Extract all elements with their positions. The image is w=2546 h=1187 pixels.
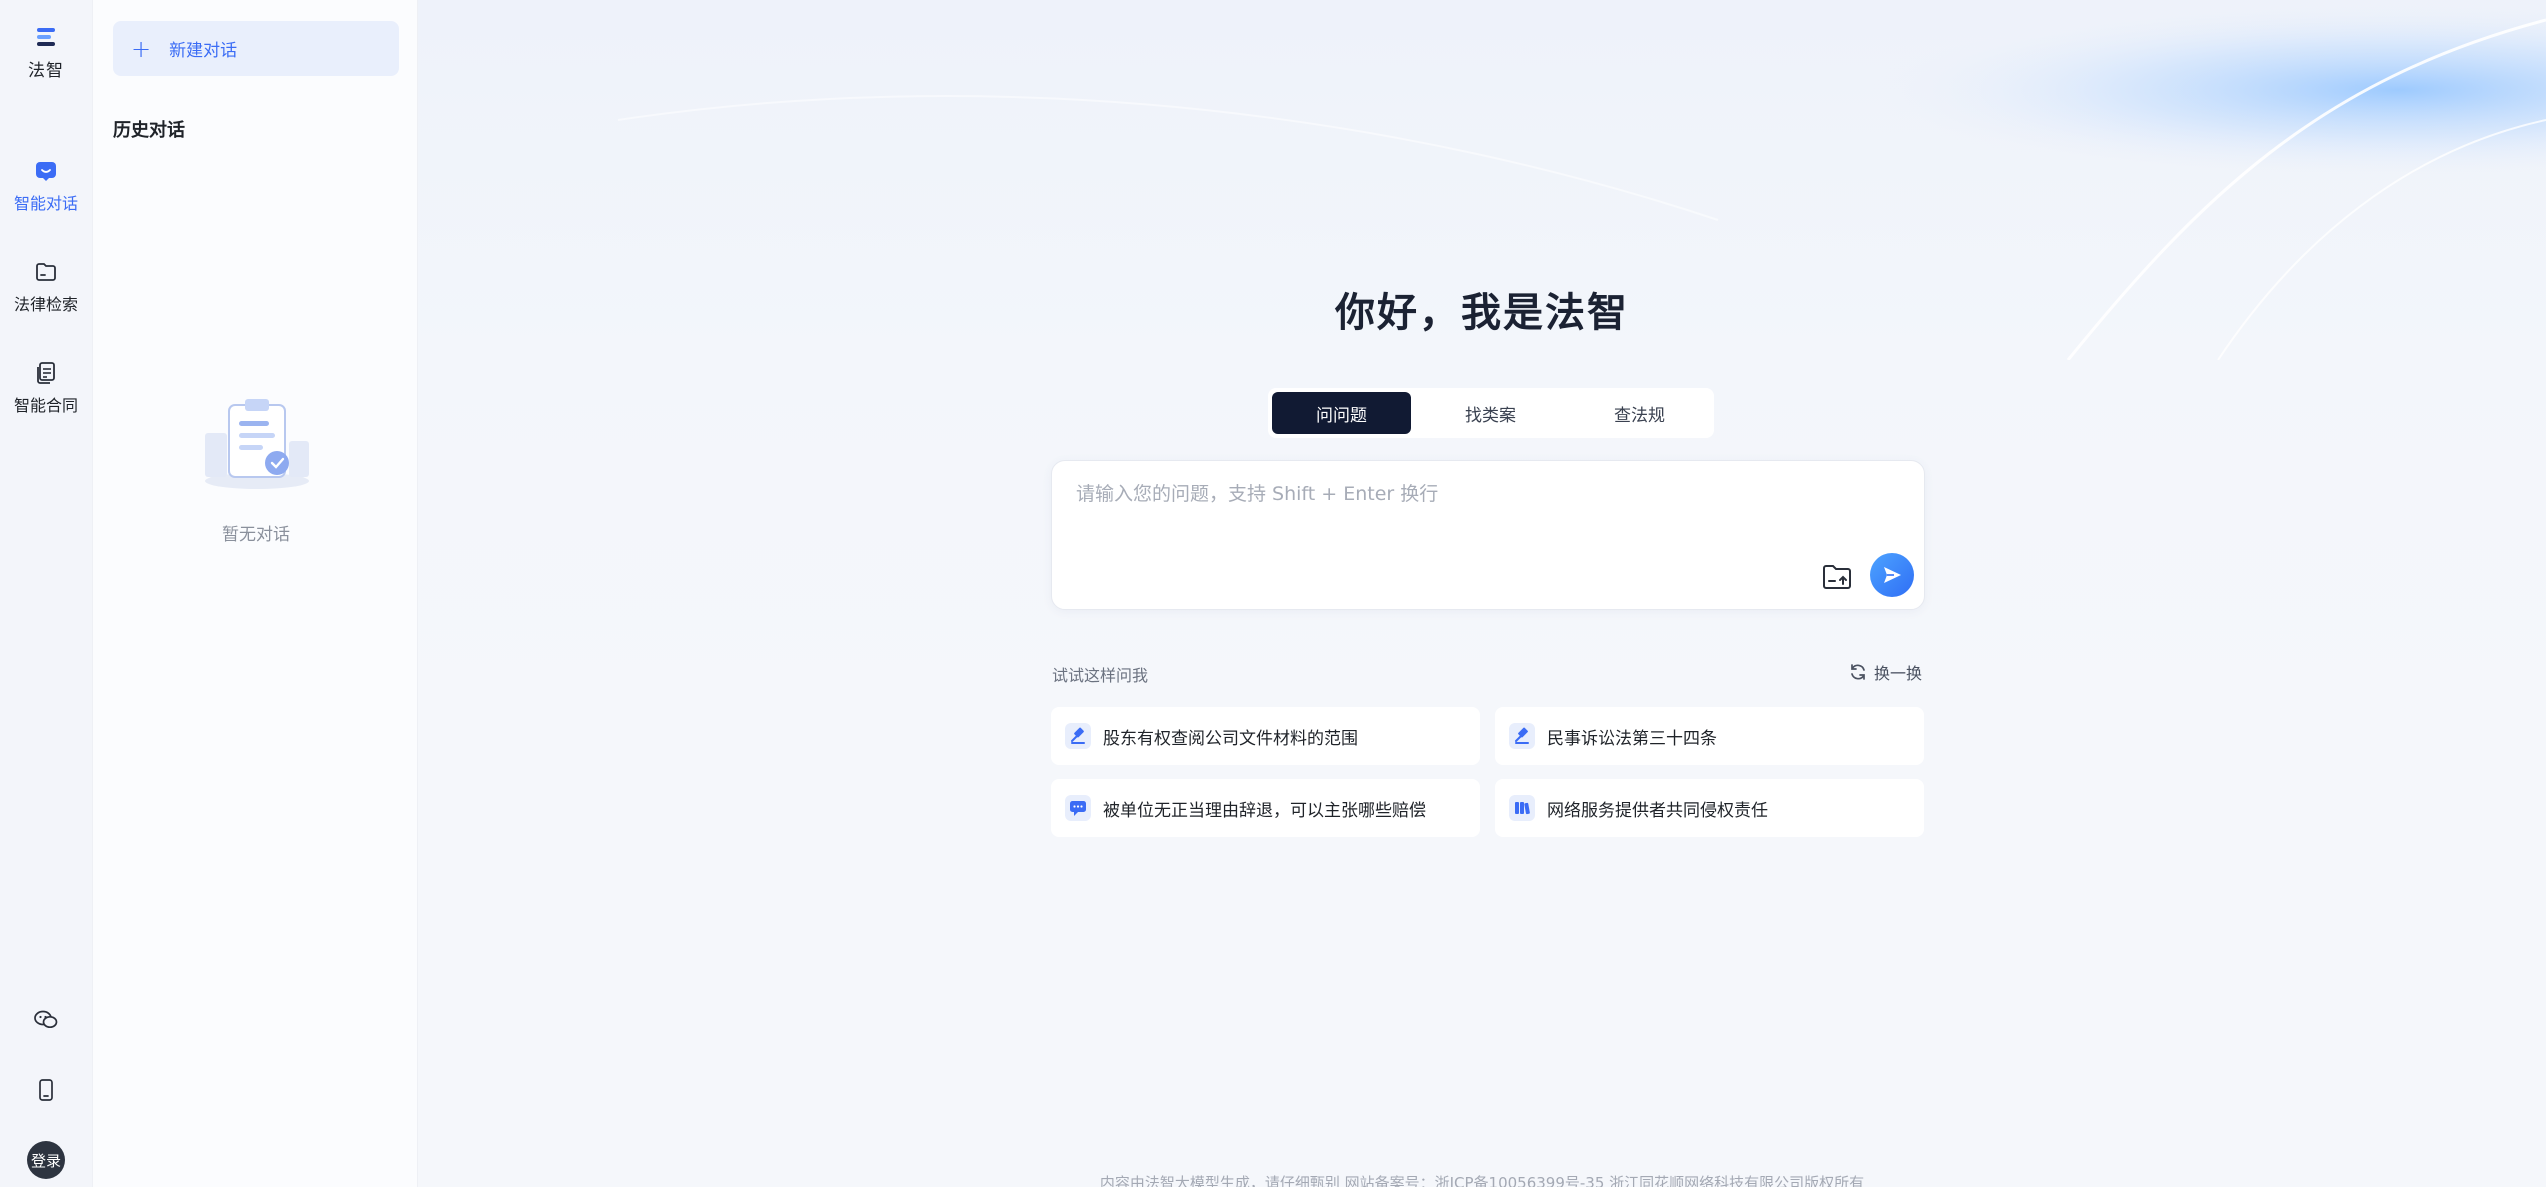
tab-find-cases[interactable]: 找类案 xyxy=(1421,392,1560,434)
mobile-phone-icon[interactable] xyxy=(33,1077,59,1103)
suggestion-label: 网络服务提供者共同侵权责任 xyxy=(1547,800,1768,821)
rail-item-smart-contract[interactable]: 智能合同 xyxy=(0,360,92,416)
question-input[interactable] xyxy=(1076,479,1896,549)
greeting-title: 你好，我是法智 xyxy=(1335,290,1629,336)
app-logo[interactable]: 法智 xyxy=(28,22,64,81)
login-button[interactable]: 登录 xyxy=(27,1141,65,1179)
books-icon xyxy=(1509,795,1535,821)
gavel-icon xyxy=(1065,723,1091,749)
suggestion-label: 股东有权查阅公司文件材料的范围 xyxy=(1103,728,1358,749)
suggestion-label: 民事诉讼法第三十四条 xyxy=(1547,728,1717,749)
refresh-icon xyxy=(1851,664,1865,680)
question-input-box xyxy=(1051,460,1925,610)
plus-icon: + xyxy=(131,34,152,63)
suggestion-item[interactable]: 网络服务提供者共同侵权责任 xyxy=(1495,779,1924,837)
suggestion-label: 被单位无正当理由辞退，可以主张哪些赔偿 xyxy=(1103,800,1426,821)
suggestion-item[interactable]: 民事诉讼法第三十四条 xyxy=(1495,707,1924,765)
main-area: 你好，我是法智 问问题 找类案 查法规 试试这样问我 换一换 xyxy=(418,0,2546,1187)
folder-icon xyxy=(33,259,59,285)
rail-item-label: 智能合同 xyxy=(13,396,78,415)
icon-rail: 法智 智能对话 法律检索 智能合同 登录 xyxy=(0,0,92,1187)
tab-search-regulations[interactable]: 查法规 xyxy=(1570,392,1709,434)
refresh-suggestions-button[interactable]: 换一换 xyxy=(1848,660,1922,684)
rail-item-label: 智能对话 xyxy=(13,194,78,213)
refresh-label: 换一换 xyxy=(1874,664,1923,683)
rail-item-smart-chat[interactable]: 智能对话 xyxy=(0,158,92,214)
chat-bubble-icon xyxy=(33,158,59,184)
gavel-icon xyxy=(1509,723,1535,749)
new-chat-label: 新建对话 xyxy=(169,41,238,61)
wechat-icon[interactable] xyxy=(33,1007,59,1033)
new-chat-button[interactable]: + 新建对话 xyxy=(113,21,399,76)
rail-item-label: 法律检索 xyxy=(13,295,78,314)
empty-clipboard-illustration xyxy=(205,399,309,489)
try-asking-label: 试试这样问我 xyxy=(1052,666,1149,685)
logo-text: 法智 xyxy=(28,61,64,81)
mode-tabs: 问问题 找类案 查法规 xyxy=(1268,388,1714,438)
suggestion-item[interactable]: 股东有权查阅公司文件材料的范围 xyxy=(1051,707,1480,765)
upload-file-icon[interactable] xyxy=(1820,559,1854,593)
send-icon xyxy=(1884,567,1901,583)
rail-item-legal-search[interactable]: 法律检索 xyxy=(0,259,92,315)
history-title: 历史对话 xyxy=(113,120,185,141)
suggestion-item[interactable]: 被单位无正当理由辞退，可以主张哪些赔偿 xyxy=(1051,779,1480,837)
message-icon xyxy=(1065,795,1091,821)
logo-icon xyxy=(37,28,55,46)
history-panel: + 新建对话 历史对话 暂无对话 xyxy=(92,0,418,1187)
send-button[interactable] xyxy=(1870,553,1914,597)
tab-ask-question[interactable]: 问问题 xyxy=(1272,392,1411,434)
footer-disclaimer: 内容由法智大模型生成，请仔细甄别 网站备案号：浙ICP备10056399号-35… xyxy=(1099,1174,1865,1187)
document-icon xyxy=(33,360,59,386)
empty-history-text: 暂无对话 xyxy=(222,525,290,545)
